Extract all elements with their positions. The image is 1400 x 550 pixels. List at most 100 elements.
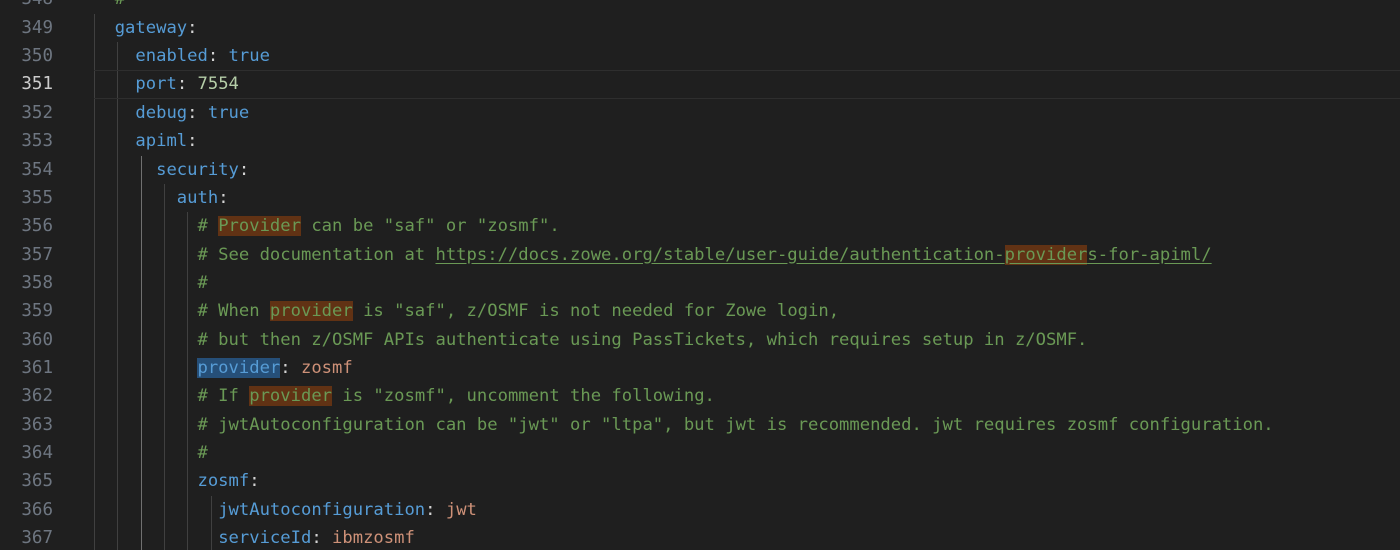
code-token: can be "saf" or "zosmf".: [300, 216, 560, 237]
code-token: provider: [269, 301, 353, 322]
code-token: :: [187, 102, 208, 123]
code-line[interactable]: port: 7554: [94, 70, 1400, 99]
code-token: :: [207, 46, 229, 67]
line-number: 354: [21, 159, 53, 180]
code-token: port: [135, 74, 177, 95]
code-token: #: [197, 216, 219, 237]
code-token: provider: [249, 386, 333, 407]
code-token: true: [207, 102, 250, 123]
code-token: is "saf", z/OSMF is not needed for Zowe …: [352, 301, 840, 322]
code-token: security: [156, 159, 239, 180]
code-line[interactable]: # Provider can be "saf" or "zosmf".: [94, 212, 1400, 240]
doc-link[interactable]: https://docs.zowe.org/stable/user-guide/…: [435, 245, 1004, 265]
line-number: 357: [21, 244, 53, 265]
code-token: jwt: [445, 499, 477, 520]
line-number: 360: [21, 329, 53, 350]
code-editor[interactable]: 348 349 350 351 352 353 354 355 356 357 358 359 360 3…: [0, 0, 1400, 550]
line-number: 355: [21, 187, 53, 208]
line-number: 361: [21, 357, 53, 378]
code-token: apiml: [135, 131, 188, 152]
code-line[interactable]: # If provider is "zosmf", uncomment the …: [94, 382, 1400, 410]
code-token: true: [228, 46, 270, 67]
code-line[interactable]: debug: true: [94, 99, 1400, 127]
code-token: :: [176, 74, 198, 95]
code-line[interactable]: # but then z/OSMF APIs authenticate usin…: [94, 326, 1400, 354]
code-line[interactable]: #: [94, 269, 1400, 297]
code-token: # When: [197, 301, 270, 322]
code-line[interactable]: apiml:: [94, 127, 1400, 155]
code-token: is "zosmf", uncomment the following.: [332, 386, 715, 407]
code-token: # See documentation at: [197, 244, 436, 265]
line-number: 362: [21, 386, 53, 407]
code-line[interactable]: enabled: true: [94, 42, 1400, 70]
code-line[interactable]: gateway:: [94, 14, 1400, 42]
code-token: #: [197, 272, 208, 293]
code-token: gateway: [114, 17, 188, 38]
code-line[interactable]: #: [94, 0, 1400, 14]
line-number: 366: [21, 499, 53, 520]
code-line[interactable]: provider: zosmf: [94, 354, 1400, 382]
line-number: 365: [21, 471, 53, 492]
code-token: :: [249, 471, 260, 492]
code-token: enabled: [135, 46, 208, 67]
code-token: :: [425, 499, 446, 520]
line-number: 353: [21, 131, 53, 152]
code-token: :: [187, 17, 198, 38]
code-token: zosmf: [197, 471, 250, 492]
code-token: #: [197, 443, 208, 463]
code-line[interactable]: serviceId: ibmzosmf: [94, 524, 1400, 550]
code-token: :: [311, 528, 333, 549]
doc-link[interactable]: provider: [1004, 244, 1088, 265]
code-token: provider: [197, 357, 281, 378]
code-token: serviceId: [218, 528, 312, 549]
code-line[interactable]: auth:: [94, 184, 1400, 212]
code-token: ibmzosmf: [332, 528, 415, 549]
line-number: 364: [21, 443, 53, 463]
line-number: 367: [21, 528, 53, 549]
code-token: auth: [176, 187, 219, 208]
code-line[interactable]: # jwtAutoconfiguration can be "jwt" or "…: [94, 411, 1400, 439]
line-number: 351: [21, 74, 53, 95]
code-token: 7554: [197, 74, 239, 95]
code-line[interactable]: # When provider is "saf", z/OSMF is not …: [94, 297, 1400, 325]
code-token: Provider: [218, 216, 301, 237]
code-line[interactable]: zosmf:: [94, 467, 1400, 495]
code-token: zosmf: [300, 357, 353, 378]
line-number: 358: [21, 272, 53, 293]
code-line[interactable]: #: [94, 439, 1400, 467]
code-token: # If: [197, 386, 250, 407]
line-number: 348: [0, 0, 53, 14]
code-token: :: [187, 131, 198, 152]
code-token: debug: [135, 102, 188, 123]
line-number: 349: [21, 17, 53, 38]
line-number: 359: [21, 301, 53, 322]
line-number: 350: [21, 46, 53, 67]
code-token: :: [238, 159, 250, 180]
code-token: #: [115, 0, 125, 9]
code-line[interactable]: security:: [94, 156, 1400, 184]
doc-link[interactable]: s-for-apiml/: [1087, 245, 1211, 265]
code-line[interactable]: # See documentation at https://docs.zowe…: [94, 241, 1400, 269]
line-number-gutter[interactable]: 348 349 350 351 352 353 354 355 356 357 358 359 360 3…: [0, 0, 80, 550]
code-token: :: [280, 357, 301, 378]
code-line[interactable]: jwtAutoconfiguration: jwt: [94, 496, 1400, 524]
line-number: 363: [21, 414, 53, 435]
code-token: :: [218, 187, 229, 208]
